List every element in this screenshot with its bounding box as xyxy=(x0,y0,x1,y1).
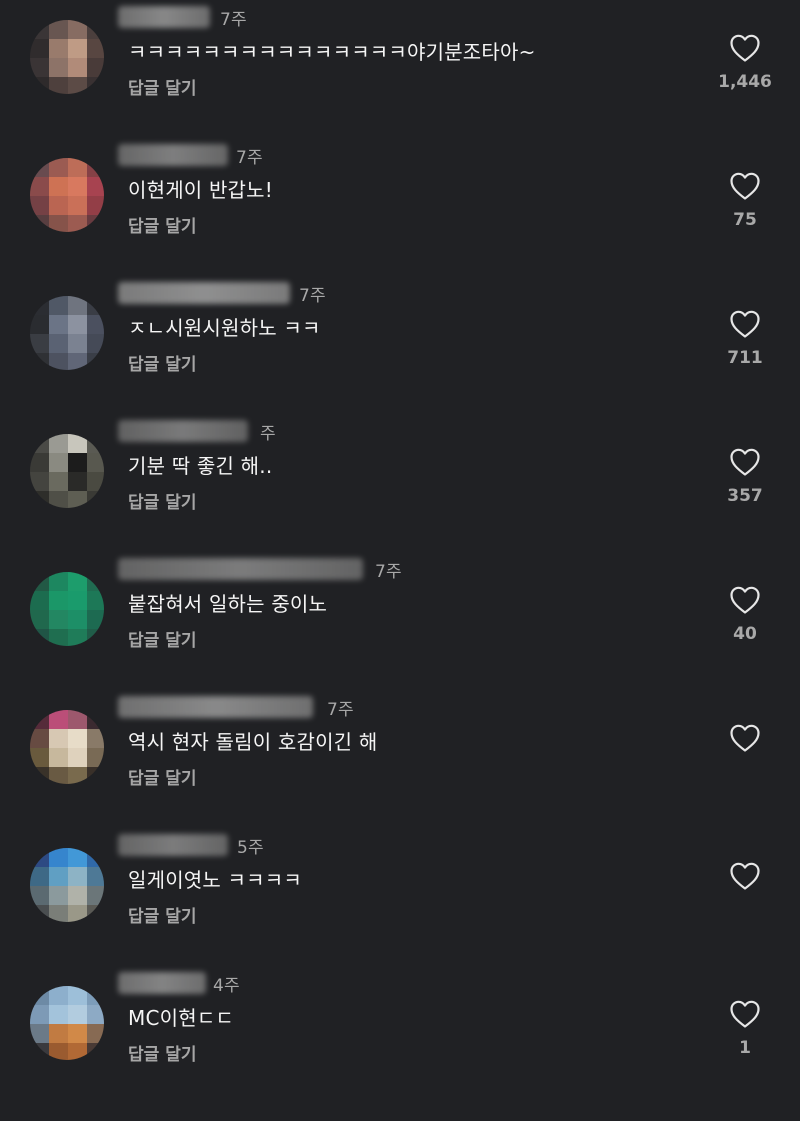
reply-button[interactable]: 답글 달기 xyxy=(128,1040,196,1065)
username-blurred[interactable] xyxy=(118,144,228,166)
heart-icon[interactable] xyxy=(729,723,761,753)
reply-button[interactable]: 답글 달기 xyxy=(128,902,196,927)
comment-time: 7주 xyxy=(375,562,402,582)
comment-text: 기분 딱 좋긴 해.. xyxy=(128,454,273,478)
comment-item: 5주일게이엿노 ㅋㅋㅋㅋ 답글 달기 xyxy=(0,828,800,966)
comment-item: 4주 MC이현ㄷㄷ 답글 달기 1 xyxy=(0,966,800,1104)
heart-icon[interactable] xyxy=(729,309,761,339)
comment-item: 7주이현게이 반갑노! 답글 달기 75 xyxy=(0,138,800,276)
heart-icon[interactable] xyxy=(729,447,761,477)
like-count: 75 xyxy=(733,210,757,230)
avatar[interactable] xyxy=(30,158,104,232)
username-blurred[interactable] xyxy=(118,558,363,580)
comment-time: 5주 xyxy=(237,838,264,858)
username-blurred[interactable] xyxy=(118,420,248,442)
avatar[interactable] xyxy=(30,296,104,370)
heart-icon[interactable] xyxy=(729,33,761,63)
reply-button[interactable]: 답글 달기 xyxy=(128,488,196,513)
comment-time: 4주 xyxy=(213,976,240,996)
reply-button[interactable]: 답글 달기 xyxy=(128,764,196,789)
avatar[interactable] xyxy=(30,572,104,646)
comment-text: 이현게이 반갑노! xyxy=(128,178,273,202)
like-count: 40 xyxy=(733,624,757,644)
comment-item: 주기분 딱 좋긴 해.. 답글 달기 357 xyxy=(0,414,800,552)
comment-text: MC이현ㄷㄷ xyxy=(128,1006,235,1030)
avatar[interactable] xyxy=(30,20,104,94)
avatar[interactable] xyxy=(30,986,104,1060)
comment-text: ㅈㄴ시원시원하노 ㅋㅋ xyxy=(128,316,321,340)
username-blurred[interactable] xyxy=(118,696,313,718)
comment-item: 7주붙잡혀서 일하는 중이노답글 달기 40 xyxy=(0,552,800,690)
heart-icon[interactable] xyxy=(729,861,761,891)
username-blurred[interactable] xyxy=(118,834,228,856)
like-count: 357 xyxy=(727,486,763,506)
comment-time: 7주 xyxy=(299,286,326,306)
comment-item: 7주 ㅋㅋㅋㅋㅋㅋㅋㅋㅋㅋㅋㅋㅋㅋㅋ야기분조타아~ 답글 달기 1,446 xyxy=(0,0,800,138)
reply-button[interactable]: 답글 달기 xyxy=(128,350,196,375)
like-count: 1,446 xyxy=(718,72,772,92)
username-blurred[interactable] xyxy=(118,282,290,304)
comment-list: 7주 ㅋㅋㅋㅋㅋㅋㅋㅋㅋㅋㅋㅋㅋㅋㅋ야기분조타아~ 답글 달기 1,446 7주 이현게이… xyxy=(0,0,800,1121)
like-count: 1 xyxy=(739,1038,751,1058)
username-blurred[interactable] xyxy=(118,6,210,28)
like-count: 711 xyxy=(727,348,763,368)
comment-text: 일게이엿노 ㅋㅋㅋㅋ xyxy=(128,868,302,892)
reply-button[interactable]: 답글 달기 xyxy=(128,74,196,99)
heart-icon[interactable] xyxy=(729,171,761,201)
comment-time: 주 xyxy=(260,424,276,444)
avatar[interactable] xyxy=(30,434,104,508)
comment-time: 7주 xyxy=(236,148,263,168)
reply-button[interactable]: 답글 달기 xyxy=(128,626,196,651)
comment-text: 역시 현자 돌림이 호감이긴 해 xyxy=(128,730,378,754)
avatar[interactable] xyxy=(30,710,104,784)
comment-time: 7주 xyxy=(220,10,247,30)
comment-item: 7주 ㅈㄴ시원시원하노 ㅋㅋ 답글 달기 711 xyxy=(0,276,800,414)
heart-icon[interactable] xyxy=(729,999,761,1029)
comment-text: ㅋㅋㅋㅋㅋㅋㅋㅋㅋㅋㅋㅋㅋㅋㅋ야기분조타아~ xyxy=(128,40,536,64)
reply-button[interactable]: 답글 달기 xyxy=(128,212,196,237)
username-blurred[interactable] xyxy=(118,972,206,994)
comment-item: 7주역시 현자 돌림이 호감이긴 해답글 달기 xyxy=(0,690,800,828)
avatar[interactable] xyxy=(30,848,104,922)
heart-icon[interactable] xyxy=(729,585,761,615)
comment-time: 7주 xyxy=(327,700,354,720)
comment-text: 붙잡혀서 일하는 중이노 xyxy=(128,592,328,616)
